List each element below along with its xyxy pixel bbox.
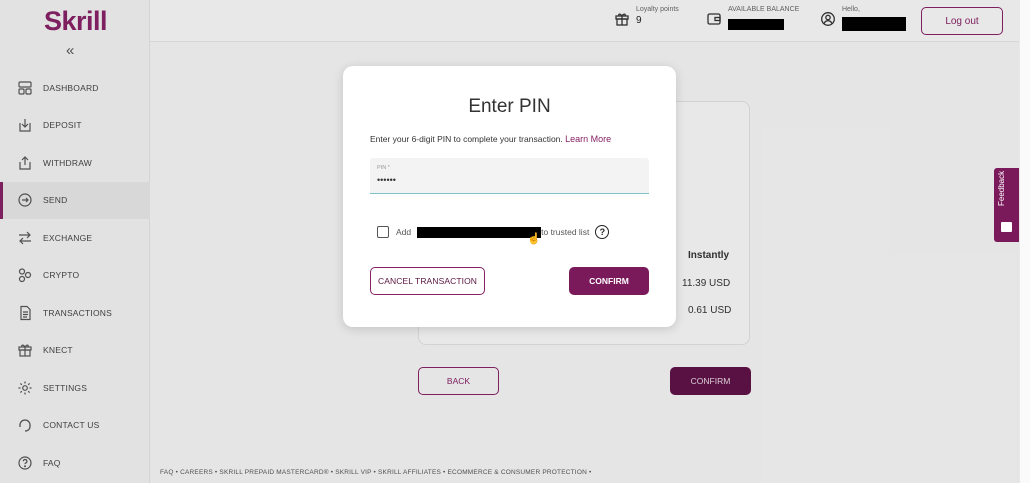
feedback-icon	[1001, 222, 1012, 232]
recipient-redacted	[417, 226, 542, 238]
pin-value: ••••••	[377, 175, 396, 185]
pin-input[interactable]: PIN * ••••••	[370, 158, 649, 194]
hand-cursor-icon: ☝	[527, 233, 541, 245]
enter-pin-dialog: Enter PIN Enter your 6-digit PIN to comp…	[343, 66, 676, 327]
scrollbar[interactable]	[1019, 0, 1030, 483]
dialog-title: Enter PIN	[468, 96, 551, 117]
description-text: Enter your 6-digit PIN to complete your …	[370, 134, 563, 144]
feedback-tab[interactable]: Feedback	[994, 168, 1019, 242]
help-icon[interactable]: ?	[595, 225, 610, 239]
learn-more-link[interactable]: Learn More	[565, 134, 611, 144]
trust-prefix: Add	[396, 227, 412, 237]
pin-label: PIN *	[377, 165, 390, 171]
trusted-list-row: Add to trusted list ?	[377, 225, 610, 239]
trust-suffix: to trusted list	[541, 227, 590, 237]
confirm-button[interactable]: CONFIRM	[569, 267, 649, 295]
trusted-list-checkbox[interactable]	[377, 226, 389, 238]
cancel-transaction-button[interactable]: CANCEL TRANSACTION	[370, 267, 485, 295]
feedback-label: Feedback	[997, 170, 1006, 206]
dialog-description: Enter your 6-digit PIN to complete your …	[370, 134, 611, 144]
